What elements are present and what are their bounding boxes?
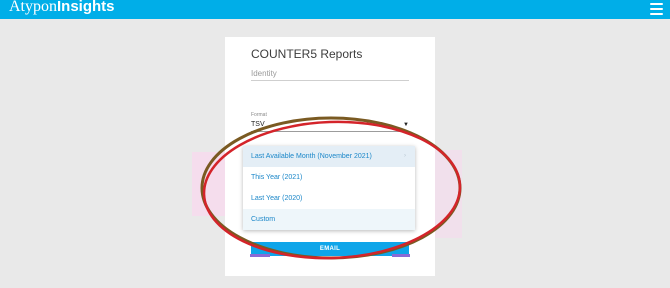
date-range-dropdown: Last Available Month (November 2021) › T… [243,146,415,230]
brand-logo[interactable]: AtyponInsights [9,0,115,17]
identity-field[interactable]: Identity [251,69,409,81]
format-select[interactable]: TSV ▼ [251,121,409,132]
dropdown-option-label: Last Year (2020) [251,195,303,202]
format-select-value: TSV [251,121,265,128]
brand-name-part1: Atypon [9,0,57,15]
option-chevron-icon: › [404,153,406,159]
hamburger-menu-icon[interactable] [650,3,663,15]
top-bar: AtyponInsights [0,0,670,19]
dropdown-option-label: Custom [251,216,276,223]
format-label: Format [251,112,267,118]
dropdown-caret-icon: ▼ [403,122,409,128]
dropdown-option-last-month[interactable]: Last Available Month (November 2021) › [243,146,415,167]
dropdown-option-label: Last Available Month (November 2021) [251,153,372,160]
card-title: COUNTER5 Reports [251,47,363,61]
dropdown-option-last-year[interactable]: Last Year (2020) [243,188,415,209]
email-button[interactable]: EMAIL [251,242,409,256]
email-button-edge-left [250,254,270,257]
dropdown-option-label: This Year (2021) [251,174,303,181]
brand-name-part2: Insights [57,0,115,15]
email-button-edge-right [392,254,410,257]
dropdown-option-this-year[interactable]: This Year (2021) [243,167,415,188]
dropdown-option-custom[interactable]: Custom [243,209,415,230]
